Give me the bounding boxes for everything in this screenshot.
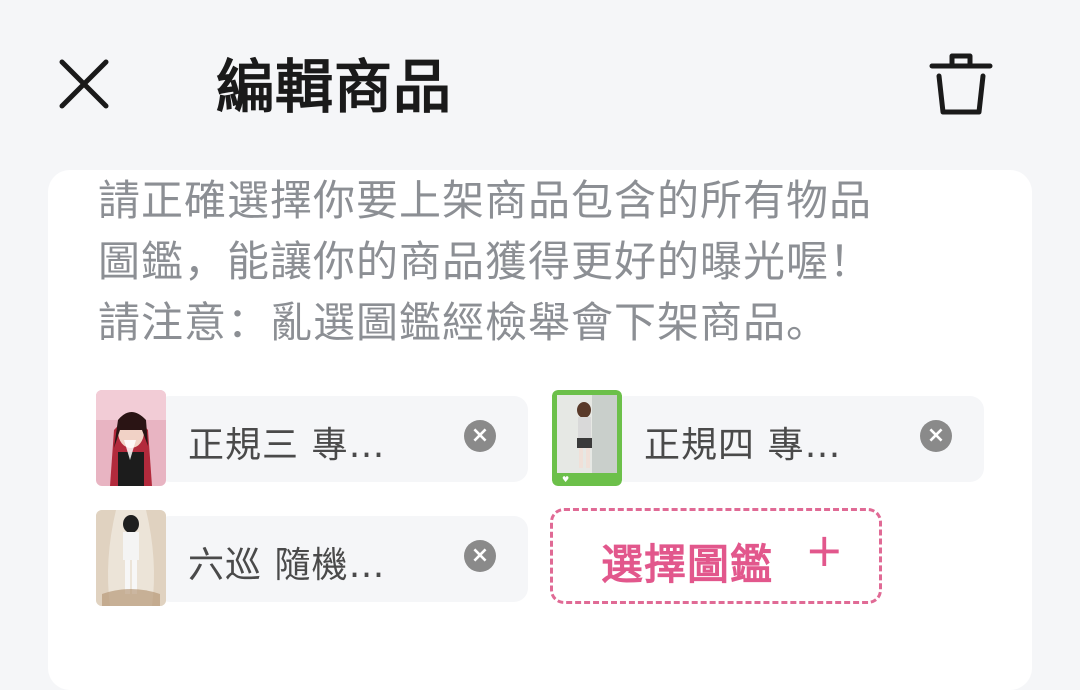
trash-icon [929,53,993,115]
remove-item-icon[interactable]: × [920,420,952,452]
close-button[interactable] [56,56,112,112]
select-catalog-label: 選擇圖鑑 [601,540,774,589]
item-thumbnail [96,390,166,486]
selected-item-chip[interactable]: 正規三 專… × [96,390,528,486]
notice-line: 請正確選擇你要上架商品包含的所有物品 [98,176,873,225]
chip-label: 正規四 專… [644,425,842,466]
chip-label: 六巡 隨機… [188,545,386,586]
delete-button[interactable] [928,50,994,120]
selected-item-chip[interactable]: ♥ 正規四 專… × [552,390,984,486]
select-catalog-button[interactable]: 選擇圖鑑 + [550,508,882,604]
top-bar: 編輯商品 [0,0,1080,170]
page-title: 編輯商品 [216,53,453,121]
notice-line: 請注意：亂選圖鑑經檢舉會下架商品。 [98,298,830,347]
notice-text: 請正確選擇你要上架商品包含的所有物品 圖鑑，能讓你的商品獲得更好的曝光喔！ 請注… [98,170,978,353]
plus-icon: + [805,523,844,577]
selected-item-chip[interactable]: 六巡 隨機… × [96,510,528,606]
item-thumbnail [96,510,166,606]
close-icon [59,59,109,109]
item-thumbnail: ♥ [552,390,622,486]
chip-label: 正規三 專… [188,425,386,466]
remove-item-icon[interactable]: × [464,540,496,572]
content-card: 請正確選擇你要上架商品包含的所有物品 圖鑑，能讓你的商品獲得更好的曝光喔！ 請注… [48,170,1032,690]
notice-line: 圖鑑，能讓你的商品獲得更好的曝光喔！ [98,237,873,286]
remove-item-icon[interactable]: × [464,420,496,452]
svg-text:♥: ♥ [562,475,569,484]
